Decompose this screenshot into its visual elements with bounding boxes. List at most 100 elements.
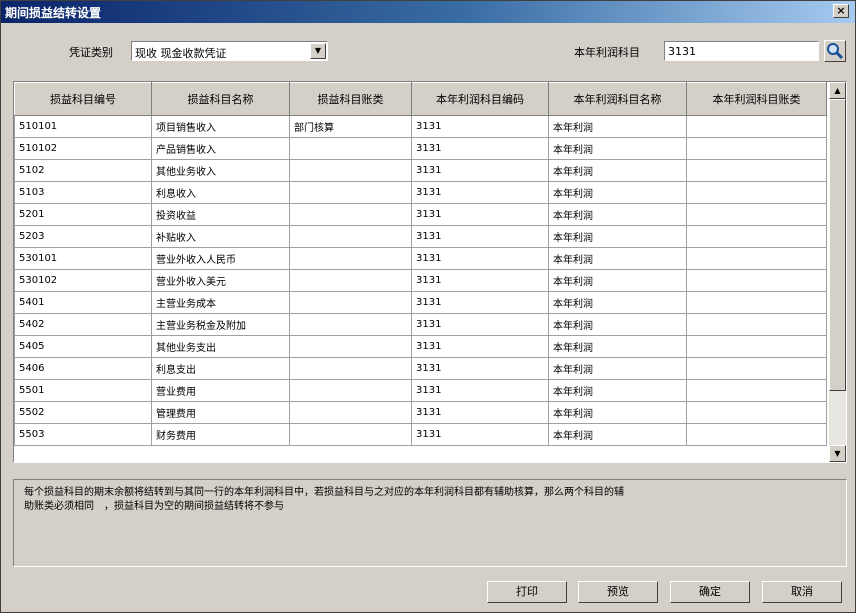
table-row[interactable]: 510102 产品销售收入 3131 本年利润 <box>14 137 827 160</box>
preview-button[interactable]: 预览 <box>578 581 658 603</box>
profit-name-cell[interactable]: 本年利润 <box>548 203 687 226</box>
profit-type-cell[interactable] <box>686 313 827 336</box>
account-type-cell[interactable] <box>289 423 412 446</box>
account-type-cell[interactable] <box>289 379 412 402</box>
print-button[interactable]: 打印 <box>487 581 567 603</box>
account-type-cell[interactable] <box>289 159 412 182</box>
account-name-cell[interactable]: 产品销售收入 <box>151 137 290 160</box>
table-row[interactable]: 5203 补贴收入 3131 本年利润 <box>14 225 827 248</box>
profit-name-cell[interactable]: 本年利润 <box>548 357 687 380</box>
table-row[interactable]: 5201 投资收益 3131 本年利润 <box>14 203 827 226</box>
account-type-cell[interactable] <box>289 225 412 248</box>
profit-type-cell[interactable] <box>686 115 827 138</box>
profit-name-cell[interactable]: 本年利润 <box>548 115 687 138</box>
profit-code-cell[interactable]: 3131 <box>411 225 549 248</box>
account-code-cell[interactable]: 5203 <box>14 225 152 248</box>
account-type-cell[interactable] <box>289 203 412 226</box>
table-row[interactable]: 5405 其他业务支出 3131 本年利润 <box>14 335 827 358</box>
table-row[interactable]: 5503 财务费用 3131 本年利润 <box>14 423 827 446</box>
account-code-cell[interactable]: 530102 <box>14 269 152 292</box>
profit-name-cell[interactable]: 本年利润 <box>548 159 687 182</box>
account-name-cell[interactable]: 财务费用 <box>151 423 290 446</box>
profit-type-cell[interactable] <box>686 203 827 226</box>
search-button[interactable] <box>824 40 846 62</box>
account-code-cell[interactable]: 510101 <box>14 115 152 138</box>
account-code-cell[interactable]: 5405 <box>14 335 152 358</box>
profit-name-cell[interactable]: 本年利润 <box>548 247 687 270</box>
profit-code-cell[interactable]: 3131 <box>411 159 549 182</box>
profit-name-cell[interactable]: 本年利润 <box>548 269 687 292</box>
profit-code-cell[interactable]: 3131 <box>411 137 549 160</box>
profit-name-cell[interactable]: 本年利润 <box>548 137 687 160</box>
magnifier-icon[interactable] <box>825 41 845 61</box>
column-header[interactable]: 损益科目名称 <box>151 82 290 116</box>
cancel-button[interactable]: 取消 <box>762 581 842 603</box>
account-code-cell[interactable]: 5103 <box>14 181 152 204</box>
account-type-cell[interactable] <box>289 291 412 314</box>
account-name-cell[interactable]: 利息支出 <box>151 357 290 380</box>
profit-name-cell[interactable]: 本年利润 <box>548 181 687 204</box>
dropdown-arrow-icon[interactable]: ▼ <box>310 43 326 59</box>
column-header[interactable]: 本年利润科目账类 <box>686 82 827 116</box>
account-name-cell[interactable]: 营业外收入人民币 <box>151 247 290 270</box>
account-code-cell[interactable]: 5501 <box>14 379 152 402</box>
profit-name-cell[interactable]: 本年利润 <box>548 379 687 402</box>
account-name-cell[interactable]: 其他业务收入 <box>151 159 290 182</box>
account-code-cell[interactable]: 5502 <box>14 401 152 424</box>
profit-code-cell[interactable]: 3131 <box>411 423 549 446</box>
profit-code-cell[interactable]: 3131 <box>411 313 549 336</box>
table-row[interactable]: 5401 主营业务成本 3131 本年利润 <box>14 291 827 314</box>
profit-code-cell[interactable]: 3131 <box>411 269 549 292</box>
account-name-cell[interactable]: 其他业务支出 <box>151 335 290 358</box>
ok-button[interactable]: 确定 <box>670 581 750 603</box>
table-row[interactable]: 530101 营业外收入人民币 3131 本年利润 <box>14 247 827 270</box>
profit-type-cell[interactable] <box>686 269 827 292</box>
account-type-cell[interactable] <box>289 137 412 160</box>
column-header[interactable]: 本年利润科目名称 <box>548 82 687 116</box>
profit-type-cell[interactable] <box>686 159 827 182</box>
account-name-cell[interactable]: 管理费用 <box>151 401 290 424</box>
account-type-cell[interactable] <box>289 335 412 358</box>
profit-code-cell[interactable]: 3131 <box>411 335 549 358</box>
profit-type-cell[interactable] <box>686 401 827 424</box>
table-row[interactable]: 530102 营业外收入美元 3131 本年利润 <box>14 269 827 292</box>
profit-type-cell[interactable] <box>686 291 827 314</box>
account-code-cell[interactable]: 530101 <box>14 247 152 270</box>
profit-name-cell[interactable]: 本年利润 <box>548 335 687 358</box>
scroll-up-icon[interactable]: ▲ <box>829 82 846 99</box>
account-code-cell[interactable]: 5402 <box>14 313 152 336</box>
profit-code-cell[interactable]: 3131 <box>411 357 549 380</box>
profit-name-cell[interactable]: 本年利润 <box>548 401 687 424</box>
profit-type-cell[interactable] <box>686 225 827 248</box>
table-row[interactable]: 510101 项目销售收入 部门核算 3131 本年利润 <box>14 115 827 138</box>
profit-type-cell[interactable] <box>686 423 827 446</box>
account-type-cell[interactable] <box>289 357 412 380</box>
profit-name-cell[interactable]: 本年利润 <box>548 313 687 336</box>
table-row[interactable]: 5103 利息收入 3131 本年利润 <box>14 181 827 204</box>
account-code-cell[interactable]: 5503 <box>14 423 152 446</box>
account-name-cell[interactable]: 主营业务税金及附加 <box>151 313 290 336</box>
table-row[interactable]: 5406 利息支出 3131 本年利润 <box>14 357 827 380</box>
profit-type-cell[interactable] <box>686 137 827 160</box>
account-code-cell[interactable]: 5406 <box>14 357 152 380</box>
profit-type-cell[interactable] <box>686 247 827 270</box>
profit-type-cell[interactable] <box>686 181 827 204</box>
account-name-cell[interactable]: 主营业务成本 <box>151 291 290 314</box>
profit-code-cell[interactable]: 3131 <box>411 291 549 314</box>
account-type-cell[interactable] <box>289 247 412 270</box>
account-name-cell[interactable]: 项目销售收入 <box>151 115 290 138</box>
close-icon[interactable]: × <box>836 4 845 17</box>
account-name-cell[interactable]: 营业外收入美元 <box>151 269 290 292</box>
table-row[interactable]: 5502 管理费用 3131 本年利润 <box>14 401 827 424</box>
table-row[interactable]: 5402 主营业务税金及附加 3131 本年利润 <box>14 313 827 336</box>
account-code-cell[interactable]: 5102 <box>14 159 152 182</box>
profit-type-cell[interactable] <box>686 335 827 358</box>
profit-code-cell[interactable]: 3131 <box>411 401 549 424</box>
profit-name-cell[interactable]: 本年利润 <box>548 423 687 446</box>
account-code-cell[interactable]: 5401 <box>14 291 152 314</box>
profit-code-cell[interactable]: 3131 <box>411 247 549 270</box>
account-type-cell[interactable] <box>289 181 412 204</box>
profit-type-cell[interactable] <box>686 357 827 380</box>
column-header[interactable]: 损益科目账类 <box>289 82 412 116</box>
profit-account-input[interactable]: 3131 <box>664 41 819 61</box>
